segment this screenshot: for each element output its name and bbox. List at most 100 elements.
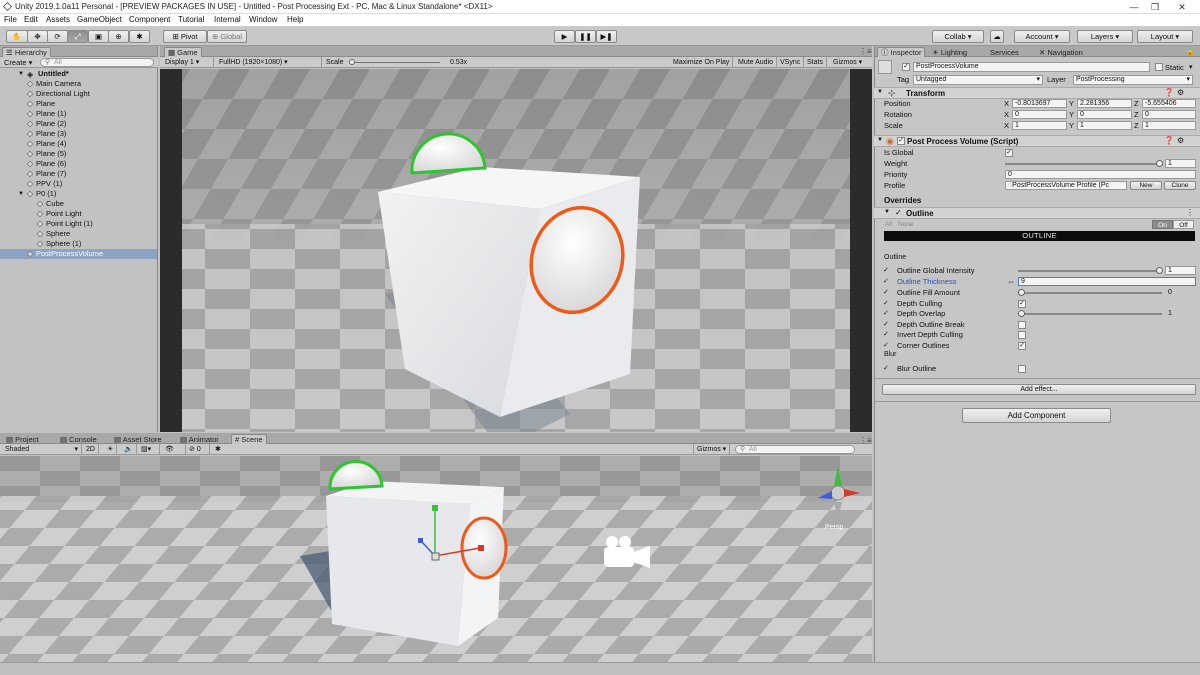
menu-assets[interactable]: Assets [46,15,70,24]
static-checkbox[interactable] [1155,63,1163,71]
scale-tool-icon[interactable]: ⤢ [67,30,88,43]
global-toggle[interactable]: ⊕ Global [207,30,247,43]
rotation-x-field[interactable]: 0 [1012,110,1067,119]
tab-inspector[interactable]: ⓘ Inspector [877,47,926,57]
hierarchy-search[interactable]: ⚲ All [40,58,154,67]
scene-viewport[interactable]: Persp [0,456,872,662]
menu-tutorial[interactable]: Tutorial [178,15,204,24]
transform-tool-icon[interactable]: ⊕ [108,30,129,43]
tab-services[interactable]: Services [986,47,1023,57]
gizmo-center-handle[interactable] [431,552,440,561]
weight-slider-track[interactable] [1005,163,1163,165]
maximize-on-play-toggle[interactable]: Maximize On Play [670,57,734,68]
global-intensity-track[interactable] [1018,270,1162,272]
hand-tool-icon[interactable]: ✋ [6,30,28,43]
invert-depth-culling-checkbox[interactable] [1018,331,1026,339]
hierarchy-item[interactable]: Point Light (1) [0,219,157,229]
hierarchy-item[interactable]: Directional Light [0,89,157,99]
override-check-icon[interactable]: ✓ [883,276,889,287]
tab-navigation[interactable]: ✕ Navigation [1035,47,1087,57]
layers-dropdown[interactable]: Layers ▾ [1077,30,1133,43]
profile-field[interactable]: ◌PostProcessVolume Profile (Pc [1005,181,1127,190]
override-check-icon[interactable]: ✓ [883,340,889,351]
tab-lighting[interactable]: ☀ Lighting [928,47,971,57]
hierarchy-item[interactable]: Plane (1) [0,109,157,119]
scene-row[interactable]: ▼ ◈ Untitled* [0,69,157,79]
menu-edit[interactable]: Edit [24,15,38,24]
hierarchy-item[interactable]: Plane (3) [0,129,157,139]
add-effect-button[interactable]: Add effect... [882,384,1196,395]
pause-button[interactable]: ❚❚ [575,30,596,43]
hierarchy-item[interactable]: Cube [0,199,157,209]
override-check-icon[interactable]: ✓ [883,329,889,340]
position-x-field[interactable]: -0.8013697 [1012,99,1067,108]
stats-toggle[interactable]: Stats [804,57,827,68]
menu-component[interactable]: Component [129,15,170,24]
override-check-icon[interactable]: ✓ [883,265,889,276]
depth-overlap-track[interactable] [1018,313,1162,315]
gizmo-x-handle[interactable] [478,545,484,551]
weight-slider-knob[interactable] [1156,160,1163,167]
position-y-field[interactable]: 2.281356 [1077,99,1132,108]
tab-game[interactable]: ▦ Game [164,47,202,57]
add-component-button[interactable]: Add Component [962,408,1111,423]
layer-count[interactable]: ⊘ 0 [186,444,210,455]
profile-clone-button[interactable]: Clone [1164,181,1196,190]
scene-search[interactable]: ⚲ All [735,445,855,454]
visibility-toggle-icon[interactable]: 👁 [162,444,186,455]
gizmos-dropdown[interactable]: Gizmos ▾ [830,57,865,68]
rotation-z-field[interactable]: 0 [1142,110,1196,119]
scale-y-field[interactable]: 1 [1077,121,1132,130]
scene-gizmos-dropdown[interactable]: Gizmos ▾ [693,444,731,455]
scale-z-field[interactable]: 1 [1142,121,1196,130]
none-toggle[interactable]: None [898,221,914,228]
rotation-y-field[interactable]: 0 [1077,110,1132,119]
active-checkbox[interactable]: ✓ [902,63,910,71]
hierarchy-item[interactable]: Sphere (1) [0,239,157,249]
game-panel-menu-icon[interactable]: ⋮≡ [859,47,872,56]
close-icon[interactable]: ✕ [1172,1,1192,13]
hierarchy-item[interactable]: Plane (7) [0,169,157,179]
tab-asset-store[interactable]: ▤ Asset Store [110,434,166,444]
effects-dropdown-icon[interactable]: ▨▾ [138,444,160,455]
static-dropdown-icon[interactable]: ▾ [1189,63,1193,71]
hierarchy-item[interactable]: Sphere [0,229,157,239]
ppv-enabled-checkbox[interactable]: ✓ [897,137,905,145]
hierarchy-item[interactable]: Plane (6) [0,159,157,169]
shading-dropdown[interactable]: Shaded ▾ [2,444,82,455]
tag-dropdown[interactable]: Untagged ▾ [913,75,1043,85]
inspector-lock-icon[interactable]: 🔒 [1185,47,1195,56]
ppv-header[interactable]: ▼ ◉ ✓ Post Process Volume (Script) ❓ ⚙ [874,135,1200,147]
scale-x-field[interactable]: 1 [1012,121,1067,130]
global-intensity-knob[interactable] [1156,267,1163,274]
depth-outline-break-checkbox[interactable] [1018,321,1026,329]
outline-on-button[interactable]: On [1152,220,1173,229]
fill-amount-track[interactable] [1018,292,1162,294]
global-intensity-field[interactable]: 1 [1165,266,1196,275]
layer-dropdown[interactable]: PostProcessing ▾ [1073,75,1193,85]
priority-field[interactable]: 0 [1005,170,1196,179]
pivot-toggle[interactable]: ⊞ Pivot [163,30,207,43]
lighting-toggle-icon[interactable]: ☀ [104,444,118,455]
tab-hierarchy[interactable]: ☰ Hierarchy [2,47,51,57]
menu-internal[interactable]: Internal [214,15,241,24]
rect-tool-icon[interactable]: ▣ [88,30,109,43]
depth-overlap-knob[interactable] [1018,310,1025,317]
hierarchy-item[interactable]: Plane (5) [0,149,157,159]
rotate-tool-icon[interactable]: ⟳ [47,30,68,43]
transform-help-icon[interactable]: ❓ [1164,88,1174,97]
menu-gameobject[interactable]: GameObject [77,15,122,24]
gizmo-z-handle[interactable] [418,538,423,543]
expand-arrow-icon[interactable]: ▼ [18,189,24,199]
move-tool-icon[interactable]: ✥ [27,30,48,43]
weight-field[interactable]: 1 [1165,159,1196,168]
display-dropdown[interactable]: Display 1 ▾ [162,57,214,68]
thickness-field[interactable]: 9 [1018,277,1196,286]
scale-control[interactable]: Scale 0.53x [323,57,473,68]
hierarchy-item[interactable]: PPV (1) [0,179,157,189]
gizmo-y-handle[interactable] [432,505,438,511]
hierarchy-item[interactable]: Plane [0,99,157,109]
outline-enabled-check[interactable]: ✓ [895,208,902,217]
all-toggle[interactable]: All [885,221,892,228]
mute-audio-toggle[interactable]: Mute Audio [735,57,778,68]
